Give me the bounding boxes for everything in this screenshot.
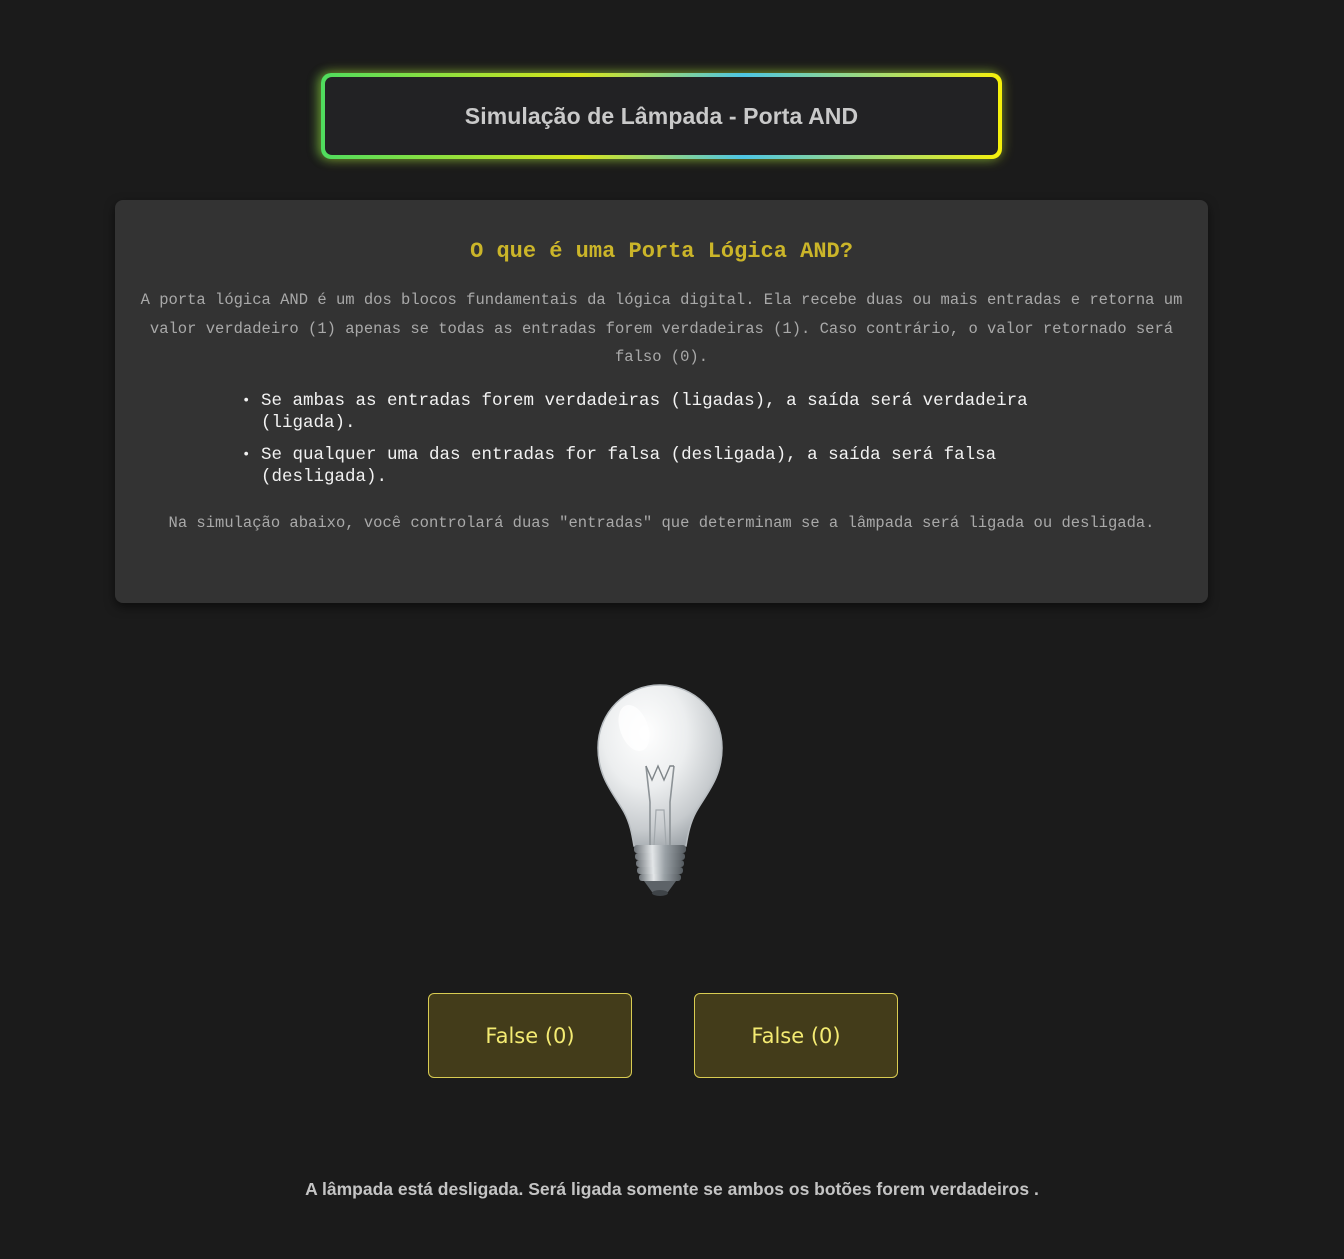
list-item: • Se ambas as entradas forem verdadeiras… — [242, 390, 1131, 434]
page-title-panel: Simulação de Lâmpada - Porta AND — [325, 77, 998, 155]
lamp-status-text: A lâmpada está desligada. Será ligada so… — [305, 1179, 1039, 1199]
page-title: Simulação de Lâmpada - Porta AND — [464, 102, 859, 129]
rules-list: • Se ambas as entradas forem verdadeiras… — [242, 390, 1131, 498]
rule-text: Se qualquer uma das entradas for falsa (… — [261, 445, 997, 487]
bullet-icon: • — [242, 447, 251, 463]
input-b-toggle-button[interactable]: False (0) — [694, 993, 898, 1078]
list-item: • Se qualquer uma das entradas for falsa… — [242, 444, 1131, 488]
lightbulb-icon — [597, 684, 723, 896]
info-heading: O que é uma Porta Lógica AND? — [470, 239, 853, 264]
rule-text: Se ambas as entradas forem verdadeiras (… — [261, 391, 1028, 433]
and-gate-info-card: O que é uma Porta Lógica AND? A porta ló… — [115, 200, 1208, 603]
input-a-toggle-button[interactable]: False (0) — [428, 993, 632, 1078]
page-title-frame: Simulação de Lâmpada - Porta AND — [321, 73, 1002, 159]
info-intro-text: A porta lógica AND é um dos blocos funda… — [140, 291, 1183, 366]
info-outro-text: Na simulação abaixo, você controlará dua… — [168, 514, 1155, 532]
bullet-icon: • — [242, 393, 251, 409]
